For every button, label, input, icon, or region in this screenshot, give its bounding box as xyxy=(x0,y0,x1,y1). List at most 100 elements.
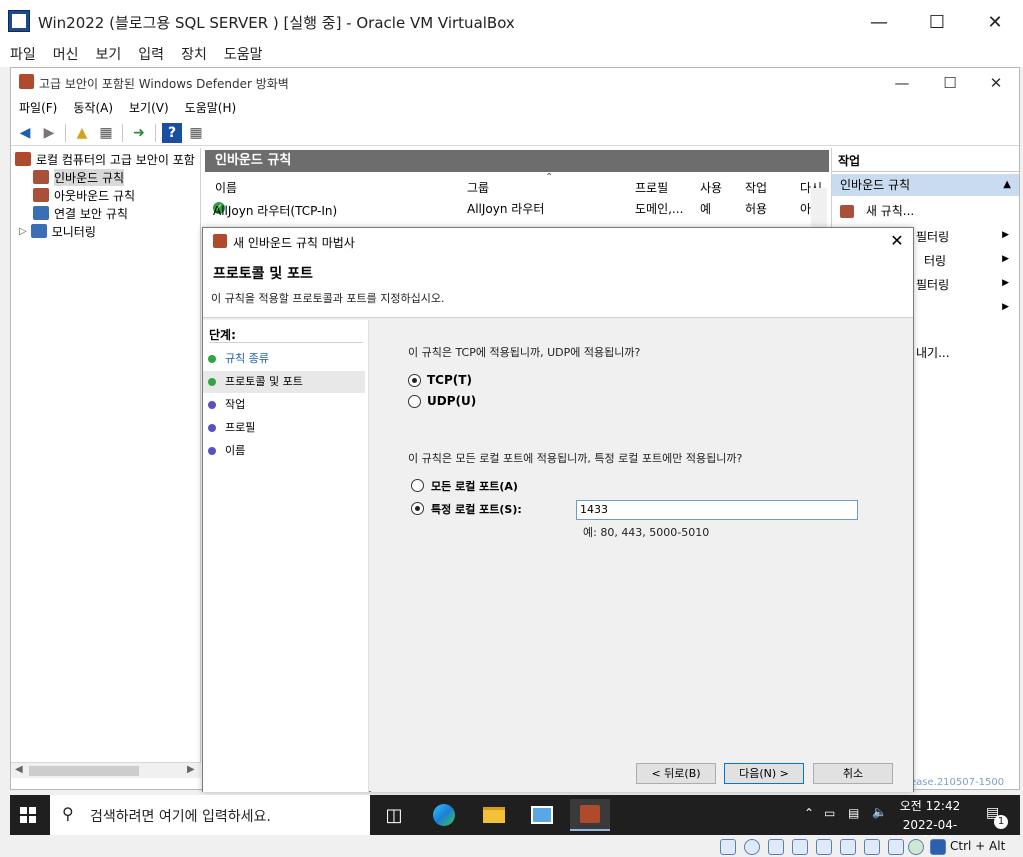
fw-menu-file[interactable]: 파일(F) xyxy=(19,99,57,116)
show-action-pane-icon[interactable]: ▦ xyxy=(186,123,206,143)
toolbar-separator xyxy=(65,123,66,142)
fw-menu-action[interactable]: 동작(A) xyxy=(73,99,113,116)
outbound-rules-icon xyxy=(33,188,49,202)
step-action: 작업 xyxy=(203,394,365,416)
mouse-integration-icon[interactable] xyxy=(930,839,946,855)
network-adapter-icon[interactable] xyxy=(792,839,808,855)
hard-disk-icon[interactable] xyxy=(720,839,736,855)
tree-horizontal-scrollbar[interactable]: ◀ ▶ xyxy=(11,762,201,778)
col-enabled[interactable]: 사용 xyxy=(700,179,722,196)
vbox-menu-help[interactable]: 도움말 xyxy=(224,44,263,64)
step-pending-dot-icon xyxy=(208,424,216,432)
vbox-menu-view[interactable]: 보기 xyxy=(96,44,122,64)
tcp-radio-label[interactable]: TCP(T) xyxy=(427,373,472,387)
filter-profile-action[interactable]: 필터링 xyxy=(916,228,949,245)
tray-overflow-chevron-icon[interactable]: ⌃ xyxy=(804,806,814,820)
export-list-action[interactable]: 내기... xyxy=(916,344,950,361)
all-ports-radio-label[interactable]: 모든 로컬 포트(A) xyxy=(431,478,518,494)
col-action[interactable]: 작업 xyxy=(745,179,767,196)
up-folder-icon[interactable]: ▲ xyxy=(72,123,92,143)
table-row[interactable]: ✓ AllJoyn 라우터(TCP-In) AllJoyn 라우터 도메인,...… xyxy=(205,198,829,218)
wizard-steps-panel: 단계: 규칙 종류 프로토콜 및 포트 작업 프로필 이름 xyxy=(203,320,369,792)
vbox-menu-machine[interactable]: 머신 xyxy=(53,44,79,64)
fw-maximize-button[interactable]: ☐ xyxy=(927,72,973,94)
sort-caret-icon: ⌃ xyxy=(545,172,554,183)
step-rule-type[interactable]: 규칙 종류 xyxy=(203,348,365,370)
all-ports-radio[interactable] xyxy=(411,479,424,492)
file-explorer-icon[interactable] xyxy=(474,799,514,831)
inbound-rules-icon xyxy=(33,170,49,184)
fw-menu-help[interactable]: 도움말(H) xyxy=(185,99,237,116)
cancel-button[interactable]: 취소 xyxy=(813,763,893,784)
back-arrow-icon[interactable]: ◀ xyxy=(15,123,35,143)
scrollbar-thumb[interactable] xyxy=(29,766,139,776)
col-group[interactable]: 그룹 xyxy=(467,179,489,196)
specific-ports-radio-label[interactable]: 특정 로컬 포트(S): xyxy=(431,501,522,517)
fw-close-button[interactable]: ✕ xyxy=(973,72,1019,94)
collapse-up-icon[interactable]: ▲ xyxy=(1003,174,1011,196)
shared-folders-icon[interactable] xyxy=(840,839,856,855)
wizard-close-button[interactable]: ✕ xyxy=(885,230,909,252)
help-icon[interactable]: ? xyxy=(162,122,182,143)
firewall-icon xyxy=(15,152,31,166)
udp-radio-label[interactable]: UDP(U) xyxy=(427,394,476,408)
protocol-question: 이 규칙은 TCP에 적용됩니까, UDP에 적용됩니까? xyxy=(408,346,641,359)
actions-header: 작업 xyxy=(832,150,1019,172)
recording-icon[interactable] xyxy=(888,839,904,855)
edge-browser-icon[interactable] xyxy=(424,799,464,831)
forward-arrow-icon[interactable]: ▶ xyxy=(39,123,59,143)
actions-section-inbound[interactable]: 인바운드 규칙 ▲ xyxy=(832,174,1019,196)
audio-icon[interactable] xyxy=(768,839,784,855)
speaker-muted-icon[interactable]: 🔈 xyxy=(872,805,887,819)
task-view-icon[interactable]: ◫ xyxy=(374,799,414,831)
taskbar-search-box[interactable]: ⚲ 검색하려면 여기에 입력하세요. xyxy=(50,795,370,835)
tcp-radio[interactable] xyxy=(408,374,421,387)
specific-ports-input[interactable]: 1433 xyxy=(576,500,858,520)
guest-display: 고급 보안이 포함된 Windows Defender 방화벽 — ☐ ✕ 파일… xyxy=(0,67,1023,837)
fw-minimize-button[interactable]: — xyxy=(879,72,925,94)
export-list-icon[interactable]: ➜ xyxy=(129,123,149,143)
vbox-menu-devices[interactable]: 장치 xyxy=(181,44,207,64)
udp-radio[interactable] xyxy=(408,395,421,408)
usb-icon[interactable] xyxy=(816,839,832,855)
vbox-menu-input[interactable]: 입력 xyxy=(138,44,164,64)
next-button[interactable]: 다음(N) > xyxy=(724,763,804,784)
new-rule-action[interactable]: 새 규칙... xyxy=(840,202,914,219)
expand-chevron-icon[interactable]: ▷ xyxy=(19,226,27,237)
wizard-subheading: 이 규칙을 적용할 프로토콜과 포트를 지정하십시오. xyxy=(211,292,445,305)
server-manager-icon[interactable] xyxy=(522,799,562,831)
col-profile[interactable]: 프로필 xyxy=(635,179,668,196)
virtualization-icon[interactable] xyxy=(908,839,924,855)
vbox-menu-file[interactable]: 파일 xyxy=(10,44,36,64)
network-icon[interactable]: ▤ xyxy=(848,806,859,820)
col-name[interactable]: 이름 xyxy=(215,179,237,196)
tree-item-connection-security[interactable]: 연결 보안 규칙 xyxy=(33,204,128,222)
tree-item-inbound-rules[interactable]: 인바운드 규칙 xyxy=(33,168,125,186)
scroll-left-icon[interactable]: ◀ xyxy=(15,764,23,775)
tree-root[interactable]: 로컬 컴퓨터의 고급 보안이 포함 xyxy=(15,150,195,168)
steps-title: 단계: xyxy=(209,328,236,342)
step-protocol-ports: 프로토콜 및 포트 xyxy=(203,371,365,393)
optical-drive-icon[interactable] xyxy=(744,839,760,855)
back-button[interactable]: < 뒤로(B) xyxy=(636,763,716,784)
steps-divider xyxy=(209,342,363,343)
step-name: 이름 xyxy=(203,440,365,462)
filter-group-action[interactable]: 필터링 xyxy=(916,276,949,293)
maximize-button[interactable]: ☐ xyxy=(908,8,966,36)
minimize-button[interactable]: — xyxy=(850,8,908,36)
tree-item-outbound-rules[interactable]: 아웃바운드 규칙 xyxy=(33,186,135,204)
firewall-taskbar-icon[interactable] xyxy=(570,799,610,831)
start-button[interactable] xyxy=(10,795,46,835)
scroll-right-icon[interactable]: ▶ xyxy=(187,764,195,775)
fw-menu-view[interactable]: 보기(V) xyxy=(129,99,169,116)
show-tree-icon[interactable]: ▦ xyxy=(96,123,116,143)
tree-item-monitoring[interactable]: ▷ 모니터링 xyxy=(19,222,96,240)
virtualbox-icon xyxy=(8,10,30,32)
tray-app-icon[interactable]: ▭ xyxy=(824,806,835,820)
specific-ports-radio[interactable] xyxy=(411,502,424,515)
step-pending-dot-icon xyxy=(208,447,216,455)
display-icon[interactable] xyxy=(864,839,880,855)
close-button[interactable]: ✕ xyxy=(966,8,1023,36)
toolbar-separator xyxy=(122,123,123,142)
filter-state-action[interactable]: 터링 xyxy=(924,252,946,269)
